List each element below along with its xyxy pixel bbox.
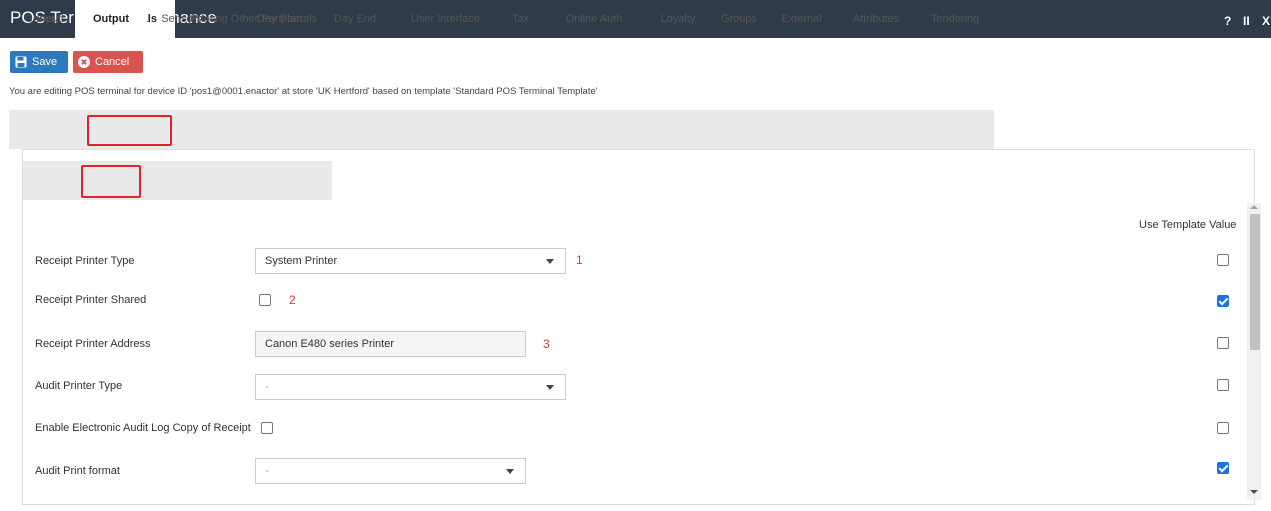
sub-tab-bar — [23, 161, 332, 200]
help-icon[interactable]: ? — [1224, 14, 1231, 28]
tab-attributes[interactable]: Attributes — [836, 0, 916, 39]
annotation-3: 3 — [543, 337, 550, 351]
subtab-input[interactable]: Input — [23, 0, 75, 39]
save-label: Save — [32, 56, 58, 68]
audit-print-format-value: - — [265, 465, 269, 477]
peripherals-panel — [22, 149, 1255, 505]
editing-info-text: You are editing POS terminal for device … — [9, 86, 598, 97]
audit-printer-type-template-checkbox[interactable] — [1217, 379, 1229, 391]
pause-icon[interactable]: II — [1243, 14, 1250, 28]
chevron-down-icon — [546, 385, 554, 390]
receipt-printer-type-select[interactable]: System Printer — [255, 248, 566, 274]
audit-printer-type-select[interactable]: - — [255, 374, 566, 400]
subtab-sensors[interactable]: Sensors — [147, 0, 216, 39]
electronic-audit-log-label: Enable Electronic Audit Log Copy of Rece… — [35, 422, 251, 434]
chevron-down-icon — [546, 259, 554, 264]
scroll-up-icon[interactable] — [1250, 205, 1258, 209]
tab-external[interactable]: External — [767, 0, 836, 39]
audit-print-format-label: Audit Print format — [35, 465, 120, 477]
chevron-down-icon — [506, 469, 514, 474]
annotation-1: 1 — [576, 253, 583, 267]
tab-online-auth[interactable]: Online Auth — [543, 0, 645, 39]
close-icon[interactable]: X — [1262, 14, 1270, 28]
receipt-printer-shared-template-checkbox[interactable] — [1217, 295, 1229, 307]
use-template-value-header: Use Template Value — [1139, 219, 1237, 231]
scroll-down-icon[interactable] — [1250, 490, 1258, 494]
receipt-printer-address-label: Receipt Printer Address — [35, 338, 151, 350]
electronic-audit-log-template-checkbox[interactable] — [1217, 422, 1229, 434]
subtab-other-peripherals[interactable]: Other Peripherals — [216, 0, 332, 39]
save-button[interactable]: Save — [10, 51, 68, 73]
receipt-printer-address-template-checkbox[interactable] — [1217, 337, 1229, 349]
peripherals-tab-highlight — [87, 115, 172, 146]
x-circle-icon — [78, 56, 90, 68]
scrollbar-thumb[interactable] — [1250, 214, 1260, 350]
receipt-printer-shared-label: Receipt Printer Shared — [35, 294, 147, 306]
tab-groups[interactable]: Groups — [711, 0, 767, 39]
output-tab-highlight — [81, 165, 141, 198]
audit-printer-type-value: - — [265, 381, 269, 393]
subtab-output[interactable]: Output — [75, 0, 147, 39]
audit-print-format-template-checkbox[interactable] — [1217, 462, 1229, 474]
audit-printer-type-label: Audit Printer Type — [35, 380, 123, 392]
floppy-disk-icon — [15, 56, 27, 68]
cancel-button[interactable]: Cancel — [73, 51, 143, 73]
cancel-label: Cancel — [95, 56, 130, 68]
electronic-audit-log-checkbox[interactable] — [261, 422, 273, 434]
tab-tendering[interactable]: Tendering — [916, 0, 994, 39]
receipt-printer-type-value: System Printer — [265, 255, 338, 267]
receipt-printer-type-template-checkbox[interactable] — [1217, 254, 1229, 266]
tab-user-interface[interactable]: User Interface — [393, 0, 498, 39]
tab-tax[interactable]: Tax — [498, 0, 543, 39]
tab-loyalty[interactable]: Loyalty — [645, 0, 711, 39]
receipt-printer-address-input[interactable]: Canon E480 series Printer — [255, 331, 526, 357]
audit-print-format-select[interactable]: - — [255, 458, 526, 484]
annotation-2: 2 — [289, 293, 296, 307]
receipt-printer-type-label: Receipt Printer Type — [35, 255, 135, 267]
receipt-printer-shared-checkbox[interactable] — [259, 294, 271, 306]
